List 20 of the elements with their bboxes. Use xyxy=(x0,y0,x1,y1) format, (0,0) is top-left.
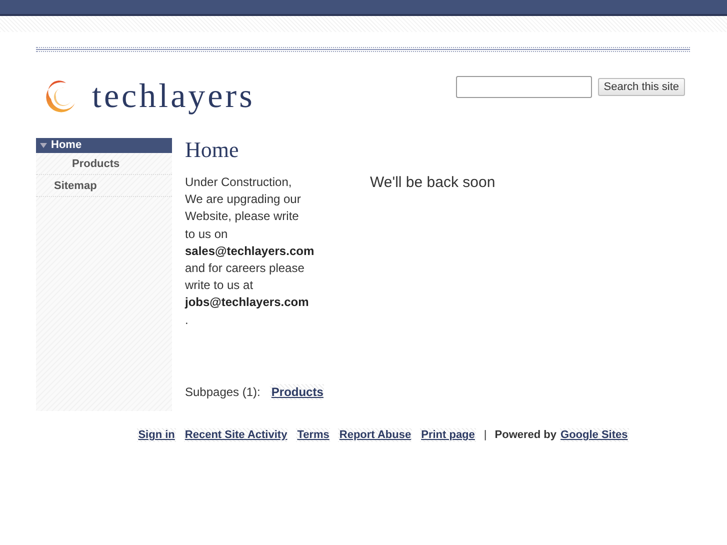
powered-by-text: Powered by xyxy=(494,429,557,441)
search-field[interactable] xyxy=(456,76,592,98)
sidebar-item[interactable]: Products xyxy=(36,153,172,175)
notice-text: We'll be back soon xyxy=(370,174,496,193)
footer-separator: | xyxy=(484,429,487,441)
search-button[interactable]: Search this site xyxy=(598,78,685,96)
footer-link[interactable]: Sign in xyxy=(137,428,176,442)
footer-link[interactable]: Recent Site Activity xyxy=(184,428,288,442)
footer-link[interactable]: Terms xyxy=(296,428,330,442)
site-name: techlayers xyxy=(92,78,255,116)
subpages-label: Subpages (1): xyxy=(185,385,260,399)
sidebar-item[interactable]: Home xyxy=(36,138,172,153)
caret-icon xyxy=(40,142,47,148)
message-text: Under Construction, We are upgrading our Website, please write to us on sales@techlayers.com and for careers please write to us at jobs@techlayers.com . xyxy=(185,174,316,329)
google-sites-link[interactable]: Google Sites xyxy=(560,428,629,442)
sidebar-item[interactable]: Sitemap xyxy=(36,175,172,197)
footer-link[interactable]: Print page xyxy=(420,428,476,442)
footer-link[interactable]: Report Abuse xyxy=(338,428,412,442)
page-title: Home xyxy=(185,138,240,164)
subpage-link[interactable]: Products xyxy=(270,384,324,400)
